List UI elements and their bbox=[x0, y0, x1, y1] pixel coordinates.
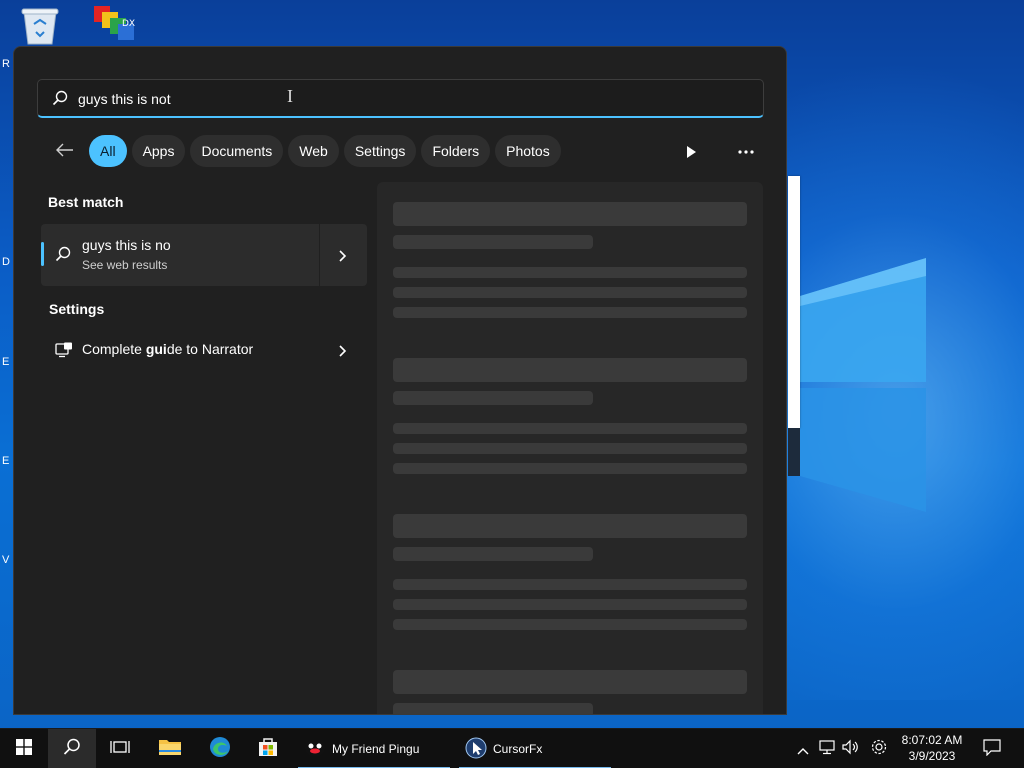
filter-bar: All Apps Documents Web Settings Folders … bbox=[50, 134, 561, 168]
search-input[interactable] bbox=[78, 87, 678, 111]
chevron-up-icon bbox=[797, 740, 809, 759]
skeleton-line bbox=[393, 235, 593, 249]
filter-settings[interactable]: Settings bbox=[343, 135, 417, 167]
clock-date: 3/9/2023 bbox=[908, 749, 956, 763]
gear-icon bbox=[870, 738, 888, 760]
taskbar: My Friend Pingu CursorFx 8:07:02 AM 3/9/… bbox=[0, 728, 1024, 768]
task-view-button[interactable] bbox=[96, 729, 144, 768]
start-button[interactable] bbox=[0, 729, 48, 768]
skeleton-line bbox=[393, 358, 747, 382]
clock[interactable]: 8:07:02 AM 3/9/2023 bbox=[896, 732, 968, 764]
divider bbox=[319, 224, 320, 286]
filter-all[interactable]: All bbox=[89, 135, 127, 167]
skeleton-line bbox=[393, 423, 747, 434]
back-button[interactable] bbox=[50, 136, 80, 166]
taskbar-app-cursorfx[interactable]: CursorFx bbox=[459, 729, 611, 768]
filter-web[interactable]: Web bbox=[288, 135, 339, 167]
search-panel: I All Apps Documents Web Settings Folder… bbox=[13, 46, 787, 715]
ellipsis-icon bbox=[734, 147, 758, 166]
best-match-result[interactable]: guys this is no See web results bbox=[41, 224, 367, 286]
svg-text:DX: DX bbox=[122, 19, 135, 29]
taskbar-search-button[interactable] bbox=[48, 729, 96, 768]
search-icon bbox=[63, 738, 81, 760]
more-filters-button[interactable] bbox=[681, 142, 701, 162]
settings-tray-button[interactable] bbox=[868, 729, 890, 768]
preview-pane-loading bbox=[377, 182, 763, 714]
show-hidden-icons-button[interactable] bbox=[794, 729, 812, 768]
skeleton-line bbox=[393, 287, 747, 298]
skeleton-line bbox=[393, 703, 593, 714]
edge-icon bbox=[209, 736, 231, 762]
search-icon bbox=[55, 246, 71, 266]
desktop-label-fragment: E bbox=[2, 356, 10, 368]
filter-documents[interactable]: Documents bbox=[190, 135, 284, 167]
skeleton-line bbox=[393, 307, 747, 318]
desktop-label-fragment: V bbox=[2, 554, 10, 566]
directx-app-icon[interactable]: DX bbox=[92, 4, 136, 44]
selection-accent bbox=[41, 242, 44, 266]
taskbar-app-label: CursorFx bbox=[493, 742, 543, 756]
skeleton-line bbox=[393, 670, 747, 694]
narrator-icon bbox=[55, 342, 73, 362]
skeleton-line bbox=[393, 391, 593, 405]
filter-apps[interactable]: Apps bbox=[131, 135, 186, 167]
volume-button[interactable] bbox=[840, 729, 862, 768]
background-window-edge bbox=[788, 176, 800, 428]
best-match-subtitle: See web results bbox=[82, 258, 168, 272]
notification-icon bbox=[983, 738, 1001, 760]
pingu-icon bbox=[304, 738, 326, 761]
network-icon bbox=[818, 739, 836, 759]
skeleton-line bbox=[393, 547, 593, 561]
skeleton-line bbox=[393, 463, 747, 474]
skeleton-line bbox=[393, 202, 747, 226]
task-view-icon bbox=[110, 739, 130, 759]
search-icon bbox=[52, 90, 68, 110]
settings-result-narrator[interactable]: Complete guide to Narrator bbox=[41, 331, 367, 369]
taskbar-app-label: My Friend Pingu bbox=[332, 742, 420, 756]
skeleton-line bbox=[393, 267, 747, 278]
desktop-label-fragment: D bbox=[2, 256, 10, 268]
filter-photos[interactable]: Photos bbox=[495, 135, 561, 167]
filter-folders[interactable]: Folders bbox=[421, 135, 491, 167]
text-cursor-icon: I bbox=[287, 86, 293, 106]
notifications-button[interactable] bbox=[976, 729, 1008, 768]
cursorfx-icon bbox=[465, 737, 487, 762]
skeleton-line bbox=[393, 619, 747, 630]
desktop-label-fragment: R bbox=[2, 58, 10, 70]
search-box[interactable]: I bbox=[37, 79, 764, 118]
background-window-edge-dark bbox=[788, 428, 800, 476]
clock-time: 8:07:02 AM bbox=[901, 733, 963, 747]
chevron-right-icon[interactable] bbox=[338, 343, 348, 362]
best-match-heading: Best match bbox=[48, 194, 124, 210]
skeleton-line bbox=[393, 599, 747, 610]
back-arrow-icon bbox=[56, 142, 74, 161]
network-button[interactable] bbox=[816, 729, 838, 768]
settings-result-label: Complete guide to Narrator bbox=[82, 341, 254, 357]
chevron-right-icon[interactable] bbox=[338, 248, 348, 267]
taskbar-app-pingu[interactable]: My Friend Pingu bbox=[298, 729, 450, 768]
skeleton-line bbox=[393, 443, 747, 454]
settings-heading: Settings bbox=[49, 301, 105, 317]
folder-icon bbox=[158, 737, 182, 761]
microsoft-store-button[interactable] bbox=[244, 729, 292, 768]
windows-logo-wallpaper bbox=[790, 256, 930, 516]
skeleton-line bbox=[393, 514, 747, 538]
play-arrow-icon bbox=[681, 146, 701, 166]
file-explorer-button[interactable] bbox=[146, 729, 194, 768]
speaker-icon bbox=[842, 739, 860, 759]
best-match-title: guys this is no bbox=[82, 237, 171, 253]
windows-logo-icon bbox=[16, 739, 32, 759]
store-icon bbox=[257, 736, 279, 762]
recycle-bin-icon[interactable] bbox=[18, 6, 62, 46]
skeleton-line bbox=[393, 579, 747, 590]
desktop-label-fragment: E bbox=[2, 455, 10, 467]
more-options-button[interactable] bbox=[734, 142, 758, 162]
edge-browser-button[interactable] bbox=[196, 729, 244, 768]
